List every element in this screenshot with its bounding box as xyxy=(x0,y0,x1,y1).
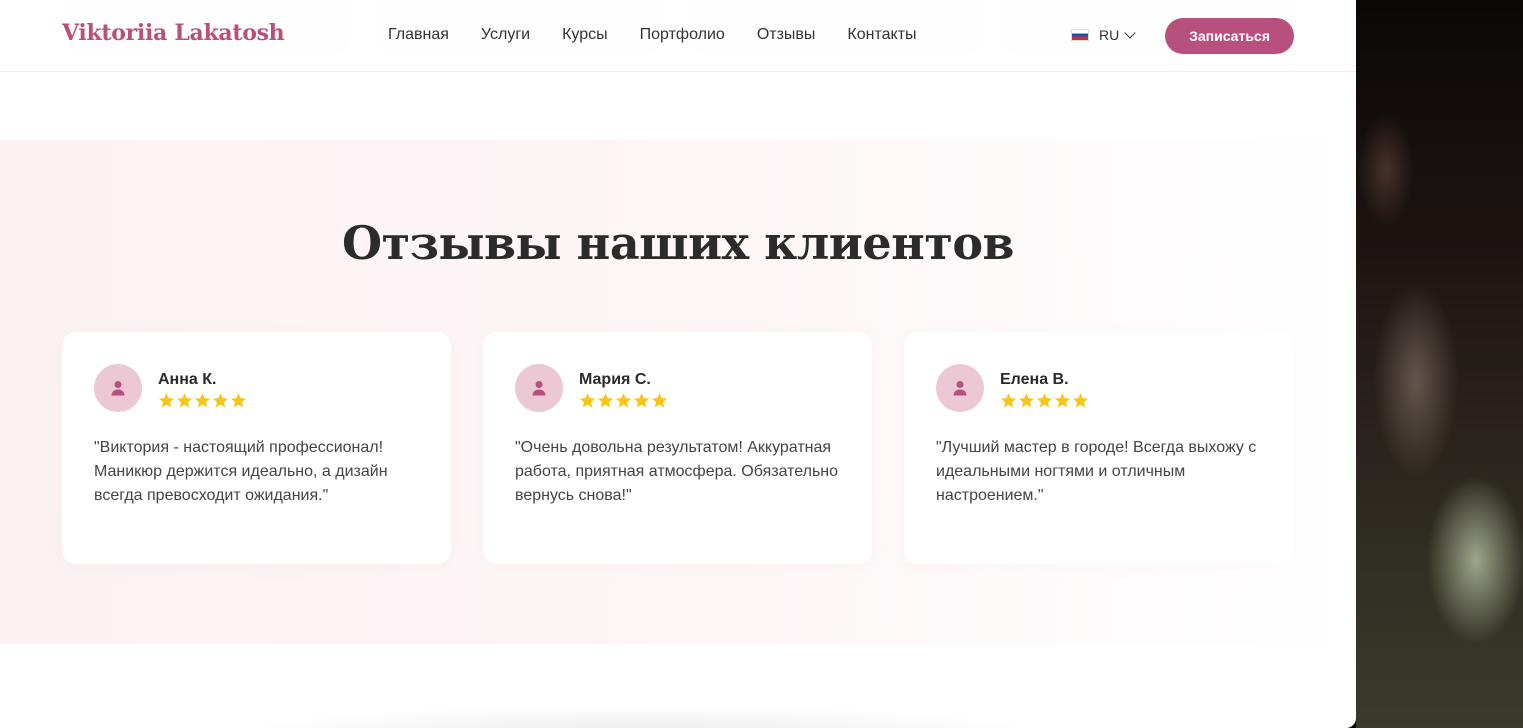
star-icon xyxy=(1072,393,1089,408)
review-text: "Лучший мастер в городе! Всегда выхожу с… xyxy=(936,439,1257,504)
user-icon xyxy=(515,364,563,412)
next-section-shadow xyxy=(230,704,1050,728)
star-icon xyxy=(633,393,650,408)
star-icon xyxy=(176,393,193,408)
site-logo[interactable]: Viktoriia Lakatosh xyxy=(62,20,285,46)
star-icon xyxy=(579,393,596,408)
language-label: RU xyxy=(1099,27,1120,43)
nav-link-home[interactable]: Главная xyxy=(388,26,449,44)
star-icon xyxy=(194,393,211,408)
chevron-down-icon xyxy=(1124,27,1136,39)
section-title: Отзывы наших клиентов xyxy=(342,216,1014,270)
review-card: Елена В. "Лучший мастер в городе! Всегда… xyxy=(904,332,1293,564)
nav-link-portfolio[interactable]: Портфолио xyxy=(640,26,725,44)
reviewer-name: Елена В. xyxy=(1000,371,1069,388)
book-appointment-button[interactable]: Записаться xyxy=(1165,18,1294,54)
review-text: "Очень довольна результатом! Аккуратная … xyxy=(515,439,839,504)
review-text: "Виктория - настоящий профессионал! Мани… xyxy=(94,439,388,504)
desktop-background xyxy=(1356,0,1523,728)
nav-link-services[interactable]: Услуги xyxy=(481,26,530,44)
star-icon xyxy=(158,393,175,408)
star-icon xyxy=(651,393,668,408)
star-icon xyxy=(1054,393,1071,408)
language-selector[interactable]: RU xyxy=(1071,27,1136,43)
nav-link-contacts[interactable]: Контакты xyxy=(847,26,916,44)
site-header: Viktoriia Lakatosh Главная Услуги Курсы … xyxy=(0,0,1356,72)
review-card: Анна К. "Виктория - настоящий профессион… xyxy=(62,332,451,564)
reviewer-name: Мария С. xyxy=(579,371,651,388)
review-card: Мария С. "Очень довольна результатом! Ак… xyxy=(483,332,872,564)
star-icon xyxy=(212,393,229,408)
star-icon xyxy=(615,393,632,408)
nav-link-reviews[interactable]: Отзывы xyxy=(757,26,816,44)
reviewer-name: Анна К. xyxy=(158,371,217,388)
browser-viewport: Viktoriia Lakatosh Главная Услуги Курсы … xyxy=(0,0,1356,728)
star-rating xyxy=(1000,392,1089,409)
user-icon xyxy=(936,364,984,412)
star-icon xyxy=(1000,393,1017,408)
nav-link-courses[interactable]: Курсы xyxy=(562,26,608,44)
star-icon xyxy=(1036,393,1053,408)
main-nav: Главная Услуги Курсы Портфолио Отзывы Ко… xyxy=(388,26,949,44)
star-rating xyxy=(158,392,247,409)
russia-flag-icon xyxy=(1071,29,1089,41)
star-icon xyxy=(1018,393,1035,408)
reviews-section: Отзывы наших клиентов Анна К. "Виктория … xyxy=(0,140,1356,644)
user-icon xyxy=(94,364,142,412)
star-rating xyxy=(579,392,668,409)
star-icon xyxy=(597,393,614,408)
star-icon xyxy=(230,393,247,408)
